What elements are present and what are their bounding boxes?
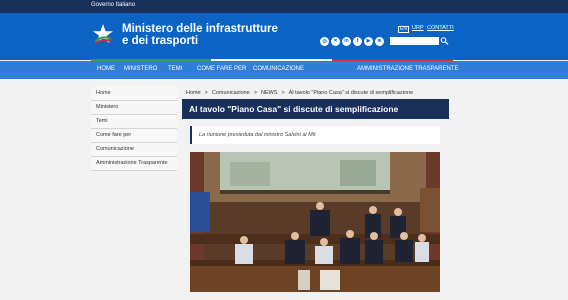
- article-photo: [190, 152, 440, 292]
- nav-ministero[interactable]: MINISTERO: [124, 66, 157, 72]
- sidebar-item-temi[interactable]: Temi: [91, 115, 177, 129]
- breadcrumb-comunicazione[interactable]: Comunicazione: [212, 90, 250, 96]
- government-label[interactable]: Governo Italiano: [91, 2, 135, 8]
- youtube-icon[interactable]: ▶: [364, 37, 373, 46]
- nav-amministrazione-trasparente[interactable]: AMMINISTRAZIONE TRASPARENTE: [357, 66, 458, 72]
- sidebar-item-ministero[interactable]: Ministero: [91, 101, 177, 115]
- government-bar: Governo Italiano: [0, 0, 568, 13]
- urp-link[interactable]: URP: [412, 25, 424, 31]
- sidebar-item-comunicazione[interactable]: Comunicazione: [91, 143, 177, 157]
- breadcrumb-news[interactable]: NEWS: [261, 90, 278, 96]
- breadcrumb-home[interactable]: Home: [186, 90, 201, 96]
- sidebar-item-come-fare-per[interactable]: Come fare per: [91, 129, 177, 143]
- linkedin-icon[interactable]: in: [342, 37, 351, 46]
- breadcrumb-separator: >: [281, 90, 285, 96]
- nav-comunicazione[interactable]: COMUNICAZIONE: [253, 66, 304, 72]
- contatti-link[interactable]: CONTATTI: [427, 25, 454, 31]
- breadcrumb: Home > Comunicazione > NEWS > Al tavolo "Piano…: [186, 90, 413, 96]
- site-header: [0, 13, 568, 60]
- article-subtitle-box: La riunione presieduta dal ministro Salv…: [190, 126, 440, 144]
- breadcrumb-separator: >: [253, 90, 258, 96]
- page-title-bar: Al tavolo "Piano Casa" si discute di sem…: [182, 99, 449, 119]
- language-switch[interactable]: EN: [398, 26, 409, 33]
- x-icon[interactable]: ✕: [331, 37, 340, 46]
- facebook-icon[interactable]: f: [353, 37, 362, 46]
- sidebar-item-amministrazione-trasparente[interactable]: Amministrazione Trasparente: [91, 157, 177, 171]
- site-title[interactable]: Ministero delle infrastrutture e dei tra…: [122, 23, 282, 47]
- breadcrumb-separator: >: [204, 90, 208, 96]
- article-subtitle: La riunione presieduta dal ministro Salv…: [199, 132, 316, 138]
- sidebar-item-home[interactable]: Home: [91, 87, 177, 101]
- nav-home[interactable]: HOME: [97, 66, 115, 72]
- nav-temi[interactable]: TEMI: [168, 66, 182, 72]
- main-navigation: HOME MINISTERO TEMI COME FARE PER COMUNI…: [0, 61, 568, 79]
- rss-icon[interactable]: ≋: [375, 37, 384, 46]
- search-icon[interactable]: [440, 36, 449, 46]
- instagram-icon[interactable]: ◎: [320, 37, 329, 46]
- republic-emblem-logo[interactable]: [91, 22, 115, 46]
- search-input[interactable]: [390, 37, 439, 45]
- page-title: Al tavolo "Piano Casa" si discute di sem…: [189, 104, 399, 114]
- sidebar-menu: Home Ministero Temi Come fare per Comuni…: [91, 87, 177, 171]
- breadcrumb-current: Al tavolo "Piano Casa" si discute di sem…: [288, 90, 414, 96]
- nav-come-fare-per[interactable]: COME FARE PER: [197, 66, 246, 72]
